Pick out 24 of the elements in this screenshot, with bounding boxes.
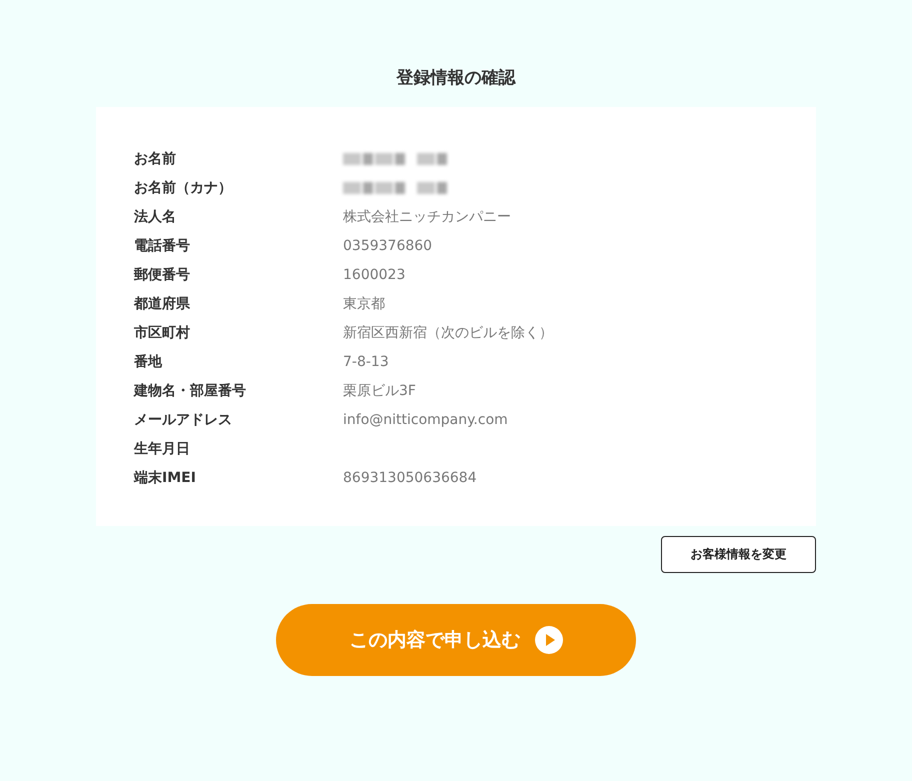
field-label: 郵便番号 [134, 266, 191, 284]
field-label: メールアドレス [134, 410, 233, 428]
field-value: 新宿区西新宿（次のビルを除く） [343, 324, 553, 342]
field-value: 栗原ビル3F [343, 382, 416, 400]
field-value: 7-8-13 [343, 354, 389, 370]
page-title: 登録情報の確認 [396, 67, 516, 90]
edit-info-button[interactable]: お客様情報を変更 [661, 536, 816, 573]
field-label: 市区町村 [134, 324, 191, 342]
field-value: 869313050636684 [343, 470, 477, 486]
field-label: お名前（カナ） [134, 178, 233, 196]
play-icon [534, 626, 562, 654]
field-value: 東京都 [343, 294, 385, 312]
field-label: お名前 [134, 150, 177, 168]
field-label: 建物名・部屋番号 [134, 382, 247, 400]
field-label: 電話番号 [134, 236, 191, 254]
field-value: 0359376860 [343, 238, 432, 254]
field-label: 端末IMEI [134, 468, 197, 486]
field-value: info@nitticompany.com [343, 412, 508, 428]
field-value: 1600023 [343, 266, 406, 282]
field-label: 法人名 [134, 208, 177, 226]
field-label: 番地 [134, 352, 163, 370]
field-label: 生年月日 [134, 440, 191, 458]
field-label: 都道府県 [134, 294, 191, 312]
field-value: 株式会社ニッチカンパニー [343, 208, 511, 226]
